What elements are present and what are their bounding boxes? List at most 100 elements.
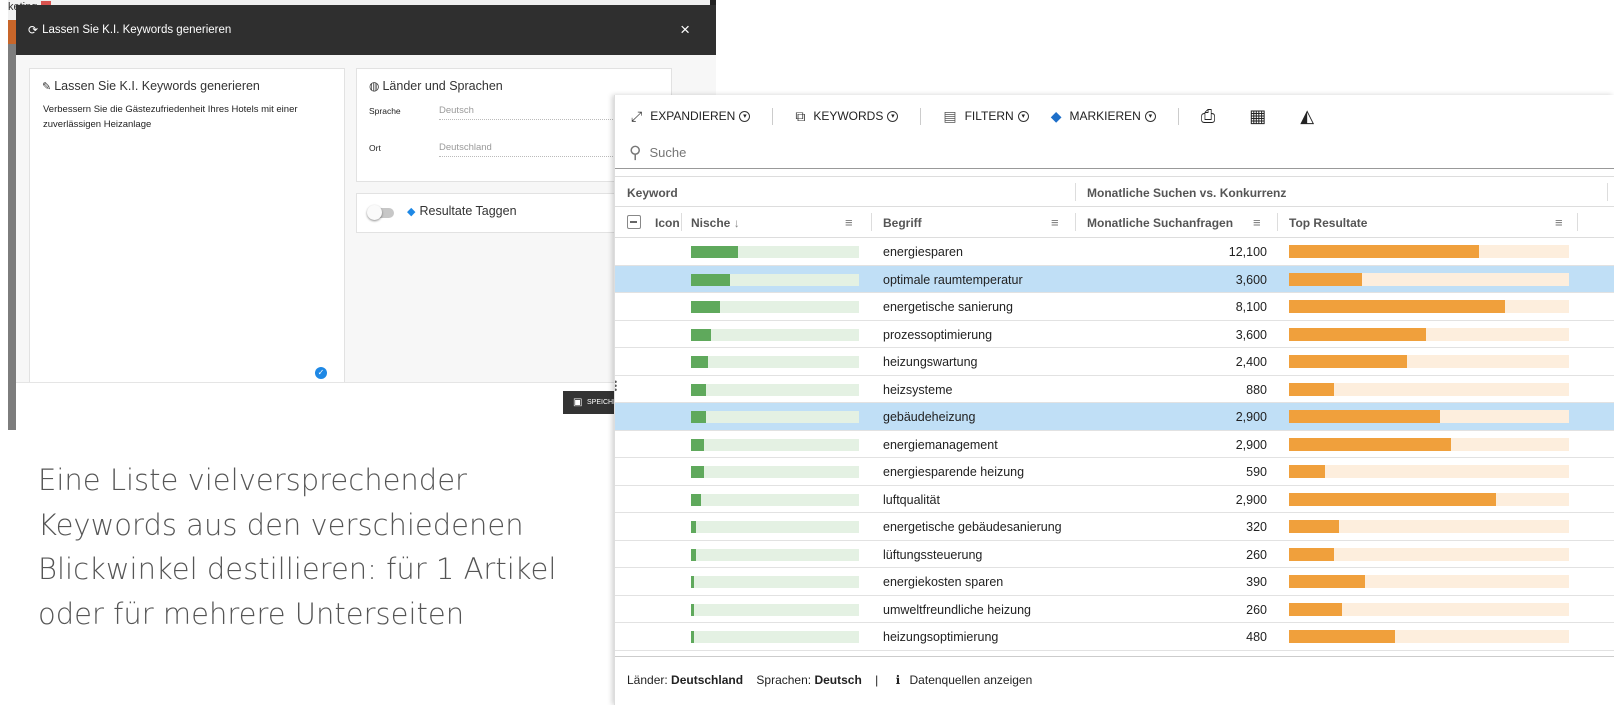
monthly-search-count: 3,600 <box>1235 327 1267 342</box>
languages-label: Sprachen: <box>756 673 812 687</box>
monthly-search-count: 480 <box>1246 630 1267 644</box>
countries-card-title-text: Länder und Sprachen <box>382 79 503 93</box>
countries-card-title: ◍ Länder und Sprachen <box>369 79 503 93</box>
table-row[interactable]: heizsysteme 880 <box>615 376 1614 403</box>
countries-value: Deutschland <box>671 673 744 687</box>
niche-bar <box>691 411 859 423</box>
close-icon[interactable]: × <box>680 21 690 38</box>
keyword-term[interactable]: energiesparende heizung <box>883 465 1024 479</box>
keyword-term[interactable]: luftqualität <box>883 493 940 507</box>
column-group-header: Keyword Monatliche Suchen vs. Konkurrenz <box>615 176 1614 207</box>
mark-button[interactable]: ◆ MARKIEREN ▾ <box>1051 108 1156 125</box>
menu-icon[interactable]: ≡ <box>1555 215 1563 230</box>
niche-bar-fill <box>691 246 738 258</box>
keyword-term[interactable]: umweltfreundliche heizung <box>883 603 1031 617</box>
table-row[interactable]: energiesparende heizung 590 <box>615 458 1614 486</box>
table-row[interactable]: energiesparen 12,100 <box>615 238 1614 266</box>
table-row[interactable]: optimale raumtemperatur 3,600 <box>615 265 1614 293</box>
niche-bar-fill <box>691 603 694 616</box>
col-term[interactable]: Begriff <box>883 216 922 230</box>
magic-wand-icon: ✎ <box>42 81 52 93</box>
table-row[interactable]: prozessoptimierung 3,600 <box>615 321 1614 348</box>
expand-icon: ⤢ <box>631 107 643 124</box>
niche-bar-fill <box>691 411 706 423</box>
chart-icon[interactable]: ◭ <box>1300 106 1314 127</box>
top-results-bar <box>1289 355 1569 368</box>
top-results-bar-fill <box>1289 492 1496 506</box>
monthly-search-count: 3,600 <box>1235 272 1267 287</box>
table-row[interactable]: gebäudeheizung 2,900 <box>615 403 1614 431</box>
filter-button[interactable]: ▤ FILTERN ▾ <box>943 108 1029 125</box>
col-top-results[interactable]: Top Resultate <box>1289 216 1367 230</box>
keyword-term[interactable]: energetische sanierung <box>883 300 1013 314</box>
keyword-term[interactable]: heizungswartung <box>883 355 978 369</box>
keyword-term[interactable]: optimale raumtemperatur <box>883 273 1023 287</box>
calculator-icon[interactable]: ▦ <box>1249 106 1266 127</box>
search-input[interactable] <box>649 145 1250 160</box>
table-row[interactable]: heizungsoptimierung 480 <box>615 623 1614 651</box>
top-results-bar <box>1289 437 1569 451</box>
keyword-term[interactable]: heizungsoptimierung <box>883 630 998 644</box>
monthly-search-count: 2,900 <box>1235 492 1267 507</box>
niche-bar <box>691 328 859 341</box>
top-results-bar <box>1289 520 1569 533</box>
table-row[interactable]: energiemanagement 2,900 <box>615 431 1614 458</box>
niche-bar <box>691 548 859 561</box>
niche-bar-fill <box>691 438 704 451</box>
col-monthly-searches[interactable]: Monatliche Suchanfragen <box>1087 216 1233 230</box>
menu-icon[interactable]: ≡ <box>1051 215 1059 230</box>
monthly-search-count: 260 <box>1246 547 1267 562</box>
niche-bar <box>691 603 859 616</box>
top-results-bar-fill <box>1289 437 1451 451</box>
prompt-text[interactable]: Verbessern Sie die Gästezufriedenheit Ih… <box>43 102 328 132</box>
table-row[interactable]: lüftungssteuerung 260 <box>615 541 1614 568</box>
chevron-down-icon: ▾ <box>1144 110 1156 122</box>
top-results-bar-fill <box>1289 465 1325 478</box>
keyword-term[interactable]: energiesparen <box>883 245 963 259</box>
keyword-term[interactable]: lüftungssteuerung <box>883 548 982 562</box>
monthly-search-count: 880 <box>1246 382 1267 397</box>
tag-icon: ◆ <box>407 206 416 218</box>
table-row[interactable]: umweltfreundliche heizung 260 <box>615 596 1614 623</box>
prompt-card: ✎ Lassen Sie K.I. Keywords generieren Ver… <box>29 68 345 388</box>
col-icon[interactable]: Icon <box>655 216 680 230</box>
table-row[interactable]: energiekosten sparen 390 <box>615 568 1614 596</box>
table-row[interactable]: energetische gebäudesanierung 320 <box>615 513 1614 541</box>
expand-button[interactable]: ⤢ EXPANDIEREN ▾ <box>631 107 751 125</box>
menu-icon[interactable]: ≡ <box>845 215 853 230</box>
monthly-search-count: 12,100 <box>1228 245 1267 259</box>
niche-bar-fill <box>691 301 720 313</box>
check-icon: ✓ <box>315 367 327 379</box>
niche-bar <box>691 383 859 396</box>
keyword-term[interactable]: energiekosten sparen <box>883 575 1003 589</box>
select-all-checkbox[interactable] <box>627 215 641 229</box>
col-divider <box>871 213 872 231</box>
print-icon[interactable]: ⎙ <box>1201 106 1215 127</box>
niche-bar-fill <box>691 548 696 561</box>
keywords-button[interactable]: ⧉ KEYWORDS ▾ <box>795 108 899 125</box>
tag-results-label: ◆ Resultate Taggen <box>407 204 517 218</box>
keyword-term[interactable]: prozessoptimierung <box>883 328 992 342</box>
col-niche[interactable]: Nische ↓ <box>691 216 740 230</box>
top-results-bar-fill <box>1289 272 1362 286</box>
top-results-bar-fill <box>1289 245 1479 258</box>
tag-results-toggle[interactable] <box>367 205 394 220</box>
table-row[interactable]: heizungswartung 2,400 <box>615 348 1614 376</box>
menu-icon[interactable]: ≡ <box>1253 215 1261 230</box>
monthly-search-count: 590 <box>1246 465 1267 479</box>
niche-bar <box>691 576 859 588</box>
niche-bar <box>691 246 859 258</box>
keyword-term[interactable]: gebäudeheizung <box>883 410 975 424</box>
data-sources-link[interactable]: Datenquellen anzeigen <box>910 673 1033 687</box>
keyword-term[interactable]: energiemanagement <box>883 438 998 452</box>
tag-results-label-text: Resultate Taggen <box>419 204 517 218</box>
modal-header: ⟳ Lassen Sie K.I. Keywords generieren × <box>16 5 716 55</box>
keyword-term[interactable]: energetische gebäudesanierung <box>883 520 1062 534</box>
monthly-search-count: 2,900 <box>1235 437 1267 452</box>
niche-bar <box>691 301 859 313</box>
keyword-term[interactable]: heizsysteme <box>883 383 952 397</box>
keywords-label: KEYWORDS <box>813 109 884 123</box>
globe-icon: ◍ <box>369 79 380 93</box>
table-row[interactable]: luftqualität 2,900 <box>615 486 1614 513</box>
table-row[interactable]: energetische sanierung 8,100 <box>615 293 1614 321</box>
